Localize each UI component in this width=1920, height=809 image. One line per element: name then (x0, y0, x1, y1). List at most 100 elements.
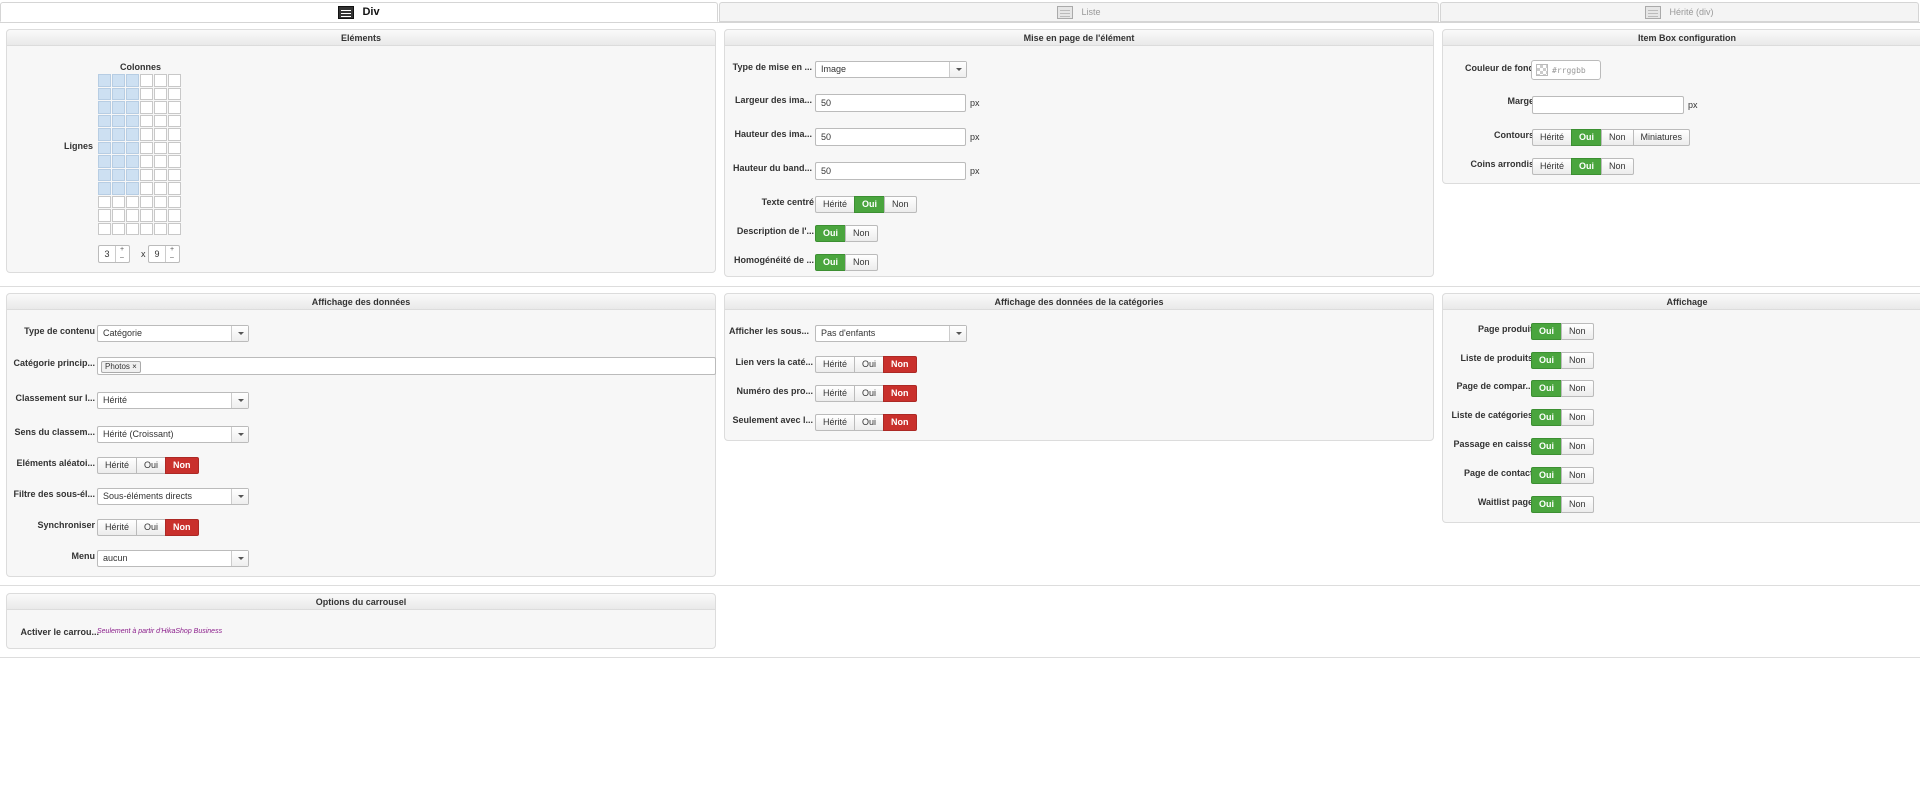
content-type-select[interactable]: Catégorie (97, 325, 249, 342)
menu-select[interactable]: aucun (97, 550, 249, 567)
grid-cell[interactable] (168, 168, 181, 181)
elements-grid-selector[interactable] (98, 74, 181, 235)
grid-cell[interactable] (154, 114, 167, 127)
grid-cell[interactable] (154, 222, 167, 235)
toggle-option-oui[interactable]: Oui (854, 385, 885, 402)
grid-cell[interactable] (98, 87, 111, 100)
toggle-option-non[interactable]: Non (165, 519, 199, 536)
grid-cell[interactable] (112, 128, 125, 141)
toggle-option-oui[interactable]: Oui (1531, 467, 1562, 484)
toggle-option-oui[interactable]: Oui (136, 519, 167, 536)
image-width-input[interactable]: 50 (815, 94, 966, 112)
sort-direction-select[interactable]: Hérité (Croissant) (97, 426, 249, 443)
grid-cell[interactable] (140, 128, 153, 141)
grid-cell[interactable] (126, 128, 139, 141)
toggle-option-h-rit-[interactable]: Hérité (815, 196, 856, 213)
grid-cell[interactable] (98, 168, 111, 181)
toggle-option-h-rit-[interactable]: Hérité (815, 385, 856, 402)
grid-cell[interactable] (140, 195, 153, 208)
grid-cell[interactable] (126, 168, 139, 181)
grid-cell[interactable] (112, 74, 125, 87)
show-subcategories-select[interactable]: Pas d'enfants (815, 325, 967, 342)
grid-cell[interactable] (126, 101, 139, 114)
toggle-option-oui[interactable]: Oui (1571, 158, 1603, 175)
subitems-filter-select[interactable]: Sous-éléments directs (97, 488, 249, 505)
grid-cell[interactable] (154, 195, 167, 208)
grid-cell[interactable] (98, 195, 111, 208)
grid-cell[interactable] (98, 155, 111, 168)
toggle-option-non[interactable]: Non (845, 225, 878, 242)
grid-cell[interactable] (168, 114, 181, 127)
grid-cell[interactable] (126, 182, 139, 195)
toggle-option-h-rit-[interactable]: Hérité (815, 356, 856, 373)
grid-cell[interactable] (154, 209, 167, 222)
grid-cell[interactable] (112, 209, 125, 222)
grid-cell[interactable] (168, 222, 181, 235)
grid-cell[interactable] (168, 209, 181, 222)
grid-cell[interactable] (154, 168, 167, 181)
grid-cell[interactable] (126, 155, 139, 168)
grid-cell[interactable] (98, 128, 111, 141)
grid-cell[interactable] (126, 141, 139, 154)
toggle-option-non[interactable]: Non (883, 385, 917, 402)
grid-cell[interactable] (168, 87, 181, 100)
toggle-option-oui[interactable]: Oui (1531, 438, 1562, 455)
grid-cell[interactable] (98, 101, 111, 114)
grid-cell[interactable] (168, 182, 181, 195)
grid-cell[interactable] (126, 87, 139, 100)
toggle-option-oui[interactable]: Oui (854, 196, 886, 213)
grid-cell[interactable] (140, 155, 153, 168)
grid-cell[interactable] (154, 182, 167, 195)
toggle-option-non[interactable]: Non (1561, 352, 1594, 369)
toggle-option-non[interactable]: Non (884, 196, 917, 213)
toggle-option-miniatures[interactable]: Miniatures (1632, 129, 1691, 146)
toggle-option-non[interactable]: Non (165, 457, 199, 474)
toggle-option-non[interactable]: Non (1561, 467, 1594, 484)
bg-color-picker[interactable]: #rrggbb (1531, 60, 1601, 80)
toggle-option-non[interactable]: Non (1561, 323, 1594, 340)
grid-cell[interactable] (140, 222, 153, 235)
grid-cell[interactable] (140, 87, 153, 100)
grid-cell[interactable] (112, 87, 125, 100)
grid-cell[interactable] (98, 182, 111, 195)
rows-stepper[interactable]: 9 + – (148, 245, 180, 263)
grid-cell[interactable] (112, 114, 125, 127)
grid-cell[interactable] (168, 195, 181, 208)
rows-decrement-icon[interactable]: – (166, 254, 178, 262)
grid-cell[interactable] (112, 141, 125, 154)
grid-cell[interactable] (168, 74, 181, 87)
toggle-option-non[interactable]: Non (883, 356, 917, 373)
toggle-option-non[interactable]: Non (1561, 380, 1594, 397)
grid-cell[interactable] (168, 128, 181, 141)
grid-cell[interactable] (154, 141, 167, 154)
grid-cell[interactable] (140, 209, 153, 222)
grid-cell[interactable] (112, 168, 125, 181)
toggle-option-oui[interactable]: Oui (136, 457, 167, 474)
grid-cell[interactable] (140, 141, 153, 154)
grid-cell[interactable] (126, 114, 139, 127)
grid-cell[interactable] (126, 195, 139, 208)
main-category-input[interactable]: Photos × (97, 357, 716, 375)
toggle-option-oui[interactable]: Oui (1571, 129, 1603, 146)
grid-cell[interactable] (168, 155, 181, 168)
tab-div[interactable]: Div (0, 2, 718, 22)
grid-cell[interactable] (112, 222, 125, 235)
grid-cell[interactable] (140, 101, 153, 114)
grid-cell[interactable] (98, 222, 111, 235)
toggle-option-oui[interactable]: Oui (1531, 352, 1562, 369)
grid-cell[interactable] (154, 101, 167, 114)
grid-cell[interactable] (126, 209, 139, 222)
tab-herite-div[interactable]: Hérité (div) (1440, 2, 1919, 22)
toggle-option-oui[interactable]: Oui (854, 414, 885, 431)
grid-cell[interactable] (98, 209, 111, 222)
toggle-option-oui[interactable]: Oui (815, 225, 846, 242)
toggle-option-oui[interactable]: Oui (815, 254, 846, 271)
toggle-option-non[interactable]: Non (1601, 158, 1634, 175)
grid-cell[interactable] (98, 74, 111, 87)
grid-cell[interactable] (140, 182, 153, 195)
remove-tag-icon[interactable]: × (132, 362, 137, 371)
grid-cell[interactable] (168, 101, 181, 114)
grid-cell[interactable] (98, 114, 111, 127)
toggle-option-h-rit-[interactable]: Hérité (1532, 158, 1573, 175)
grid-cell[interactable] (112, 182, 125, 195)
